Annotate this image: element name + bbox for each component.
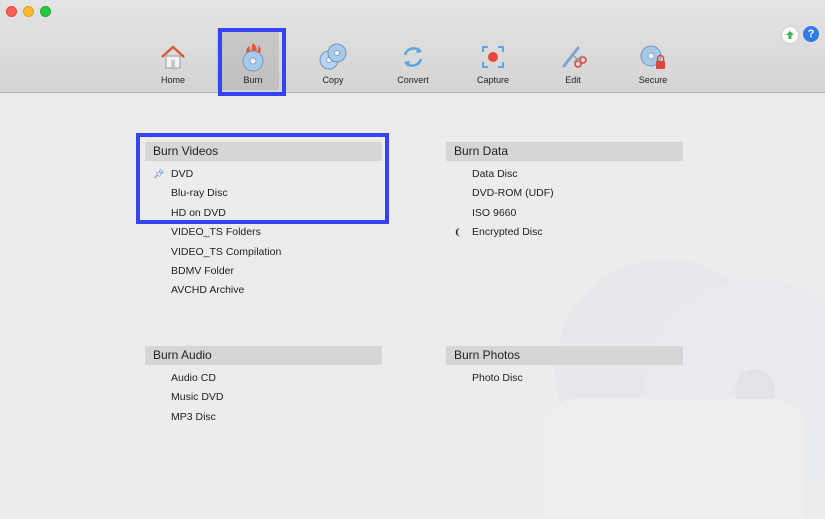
close-window-button[interactable] [6,6,17,17]
section-burn-audio: Burn Audio Audio CD Music DVD MP3 Disc [145,346,382,427]
tool-label: Convert [397,75,429,85]
tool-capture[interactable]: Capture [453,30,533,92]
convert-icon [403,47,423,67]
list-item-audio-cd[interactable]: Audio CD [145,369,382,388]
highlight-box-burn-videos [136,133,389,224]
tool-label: Copy [322,75,344,85]
edit-icon [562,46,587,68]
tool-convert[interactable]: Convert [373,30,453,92]
tool-secure[interactable]: Secure [613,30,693,92]
list-item-videots-folders[interactable]: VIDEO_TS Folders [145,223,382,242]
section-header: Burn Data [446,142,683,161]
toolbar: Home Burn Copy Convert Capture Edit Secu… [0,0,825,93]
tool-label: Edit [565,75,581,85]
tool-home[interactable]: Home [133,30,213,92]
list-item-iso-9660[interactable]: ISO 9660 [446,204,683,223]
section-burn-data: Burn Data Data Disc DVD-ROM (UDF) ISO 96… [446,142,683,243]
home-icon [161,45,185,69]
list-item-mp3-disc[interactable]: MP3 Disc [145,408,382,427]
section-header: Burn Audio [145,346,382,365]
tool-copy[interactable]: Copy [293,30,373,92]
tool-tabs: Home Burn Copy Convert Capture Edit Secu… [133,28,693,92]
list-item-photo-disc[interactable]: Photo Disc [446,369,683,388]
tool-label: Secure [638,75,668,85]
minimize-window-button[interactable] [23,6,34,17]
list-item-videots-compilation[interactable]: VIDEO_TS Compilation [145,243,382,262]
list-item-music-dvd[interactable]: Music DVD [145,388,382,407]
tool-label: Home [160,75,185,85]
list-item-data-disc[interactable]: Data Disc [446,165,683,184]
up-arrow-icon [786,31,794,39]
list-item-encrypted-disc[interactable]: ❨ Encrypted Disc [446,223,683,242]
update-button[interactable] [781,26,799,44]
section-header: Burn Photos [446,346,683,365]
capture-icon [482,46,504,68]
list-item-avchd-archive[interactable]: AVCHD Archive [145,281,382,300]
highlight-box-burn-tab [218,28,286,96]
maximize-window-button[interactable] [40,6,51,17]
key-icon: ❨ [454,227,462,238]
tool-edit[interactable]: Edit [533,30,613,92]
tool-label: Capture [476,75,510,85]
help-icon: ? [807,28,815,40]
help-button[interactable]: ? [803,26,819,42]
list-item-bdmv-folder[interactable]: BDMV Folder [145,262,382,281]
secure-disc-icon [640,45,665,69]
list-item-dvd-rom-udf[interactable]: DVD-ROM (UDF) [446,184,683,203]
copy-disc-icon [319,43,347,70]
window-controls [6,6,51,17]
section-burn-photos: Burn Photos Photo Disc [446,346,683,388]
